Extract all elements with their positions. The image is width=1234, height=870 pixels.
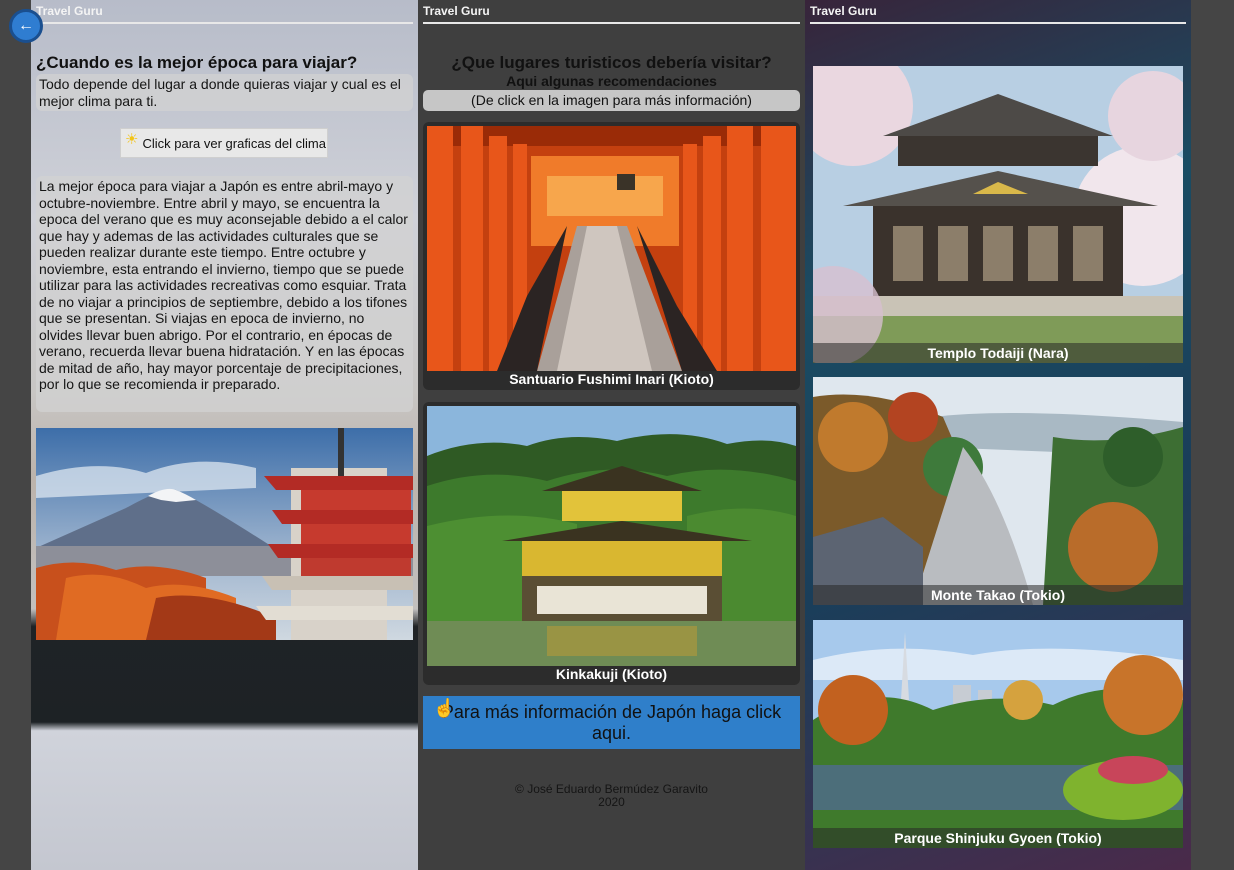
brand-title: Travel Guru <box>810 4 1186 24</box>
place-caption: Santuario Fushimi Inari (Kioto) <box>509 371 714 387</box>
section-heading: ¿Que lugares turisticos debería visitar? <box>451 53 772 72</box>
right-panel: Travel Guru Templo Todaiji (Nara) Monte … <box>805 0 1191 870</box>
place-card-fushimi-inari[interactable]: Santuario Fushimi Inari (Kioto) <box>423 122 800 390</box>
back-button[interactable]: ← <box>9 9 43 43</box>
section-heading: ¿Cuando es la mejor época para viajar? <box>36 53 358 72</box>
place-caption: Monte Takao (Tokio) <box>813 585 1183 605</box>
middle-panel: Travel Guru ¿Que lugares turisticos debe… <box>418 0 805 870</box>
place-caption: Parque Shinjuku Gyoen (Tokio) <box>813 828 1183 848</box>
weather-charts-label: Click para ver graficas del clima <box>142 135 326 151</box>
click-hint: (De click en la imagen para más informac… <box>423 90 800 111</box>
best-season-text: La mejor época para viajar a Japón es en… <box>36 176 413 412</box>
credit-year: 2020 <box>598 795 625 809</box>
todaiji-image[interactable] <box>813 66 1183 363</box>
footer-credit: © José Eduardo Bermúdez Garavito 2020 <box>418 783 805 809</box>
brand-title: Travel Guru <box>36 4 413 24</box>
place-card-shinjuku-gyoen[interactable]: Parque Shinjuku Gyoen (Tokio) <box>813 620 1183 848</box>
left-panel: Travel Guru ¿Cuando es la mejor época pa… <box>31 0 418 870</box>
pointer-hand-icon: ☝ <box>433 698 456 718</box>
brand-title: Travel Guru <box>423 4 800 24</box>
weather-charts-button[interactable]: ☀ Click para ver graficas del clima <box>120 128 328 158</box>
kinkakuji-image[interactable] <box>427 406 796 666</box>
place-card-todaiji[interactable]: Templo Todaiji (Nara) <box>813 66 1183 363</box>
japan-info-label: Para más información de Japón haga click… <box>441 702 782 743</box>
intro-text: Todo depende del lugar a donde quieras v… <box>36 74 413 111</box>
shinjuku-gyoen-image[interactable] <box>813 620 1183 848</box>
fushimi-inari-image[interactable] <box>427 126 796 371</box>
fuji-pagoda-image <box>36 428 413 640</box>
section-subheading: Aqui algunas recomendaciones <box>506 73 717 89</box>
sun-icon: ☀ <box>125 131 139 148</box>
arrow-left-icon: ← <box>18 17 34 34</box>
monte-takao-image[interactable] <box>813 377 1183 605</box>
place-caption: Kinkakuji (Kioto) <box>555 666 668 682</box>
place-caption: Templo Todaiji (Nara) <box>813 343 1183 363</box>
place-card-kinkakuji[interactable]: Kinkakuji (Kioto) <box>423 402 800 685</box>
place-card-monte-takao[interactable]: Monte Takao (Tokio) <box>813 377 1183 605</box>
japan-info-link[interactable]: ☝ Para más información de Japón haga cli… <box>423 696 800 749</box>
